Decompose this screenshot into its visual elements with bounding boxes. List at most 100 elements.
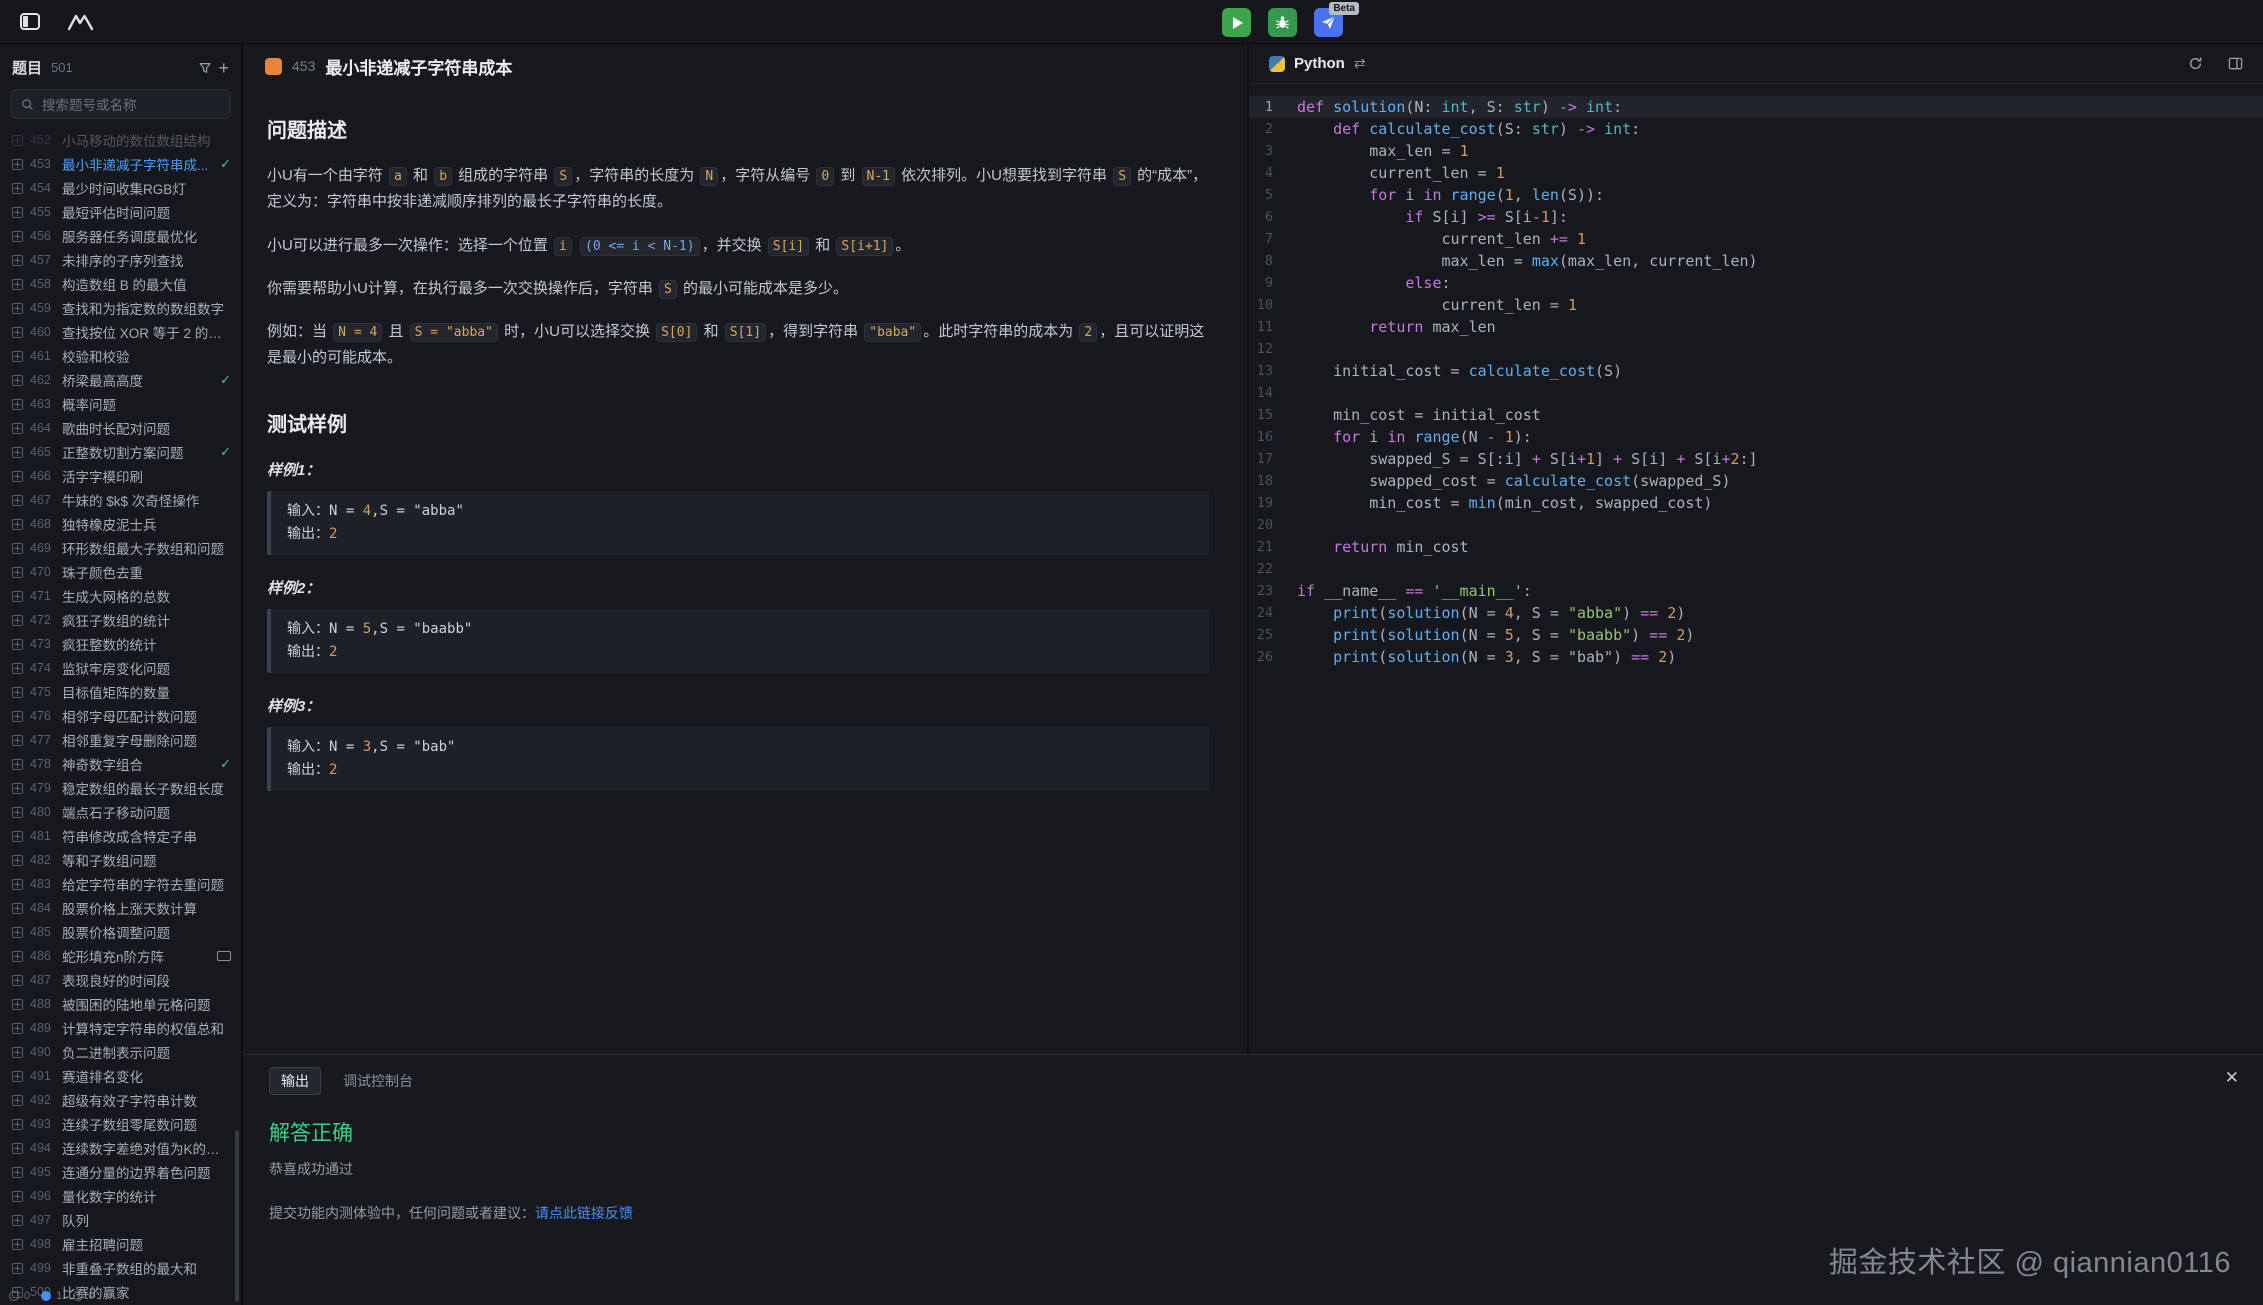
code-line[interactable]: 16 for i in range(N - 1): [1249,426,2263,448]
code-line[interactable]: 1def solution(N: int, S: str) -> int: [1249,96,2263,118]
problem-list-item[interactable]: 498雇主招聘问题 [0,1232,241,1256]
code-line[interactable]: 13 initial_cost = calculate_cost(S) [1249,360,2263,382]
grid-icon [12,183,23,194]
problem-list-item[interactable]: 479稳定数组的最长子数组长度 [0,776,241,800]
problem-list-item[interactable]: 484股票价格上涨天数计算 [0,896,241,920]
problem-list-item[interactable]: 452小马移动的数位数组结构 [0,128,241,152]
problem-list-item[interactable]: 455最短评估时间问题 [0,200,241,224]
problem-list-item[interactable]: 468独特橡皮泥士兵 [0,512,241,536]
code-line[interactable]: 8 max_len = max(max_len, current_len) [1249,250,2263,272]
problem-list-item[interactable]: 496量化数字的统计 [0,1184,241,1208]
problem-number: 452 [30,133,55,147]
problem-list-item[interactable]: 456服务器任务调度最优化 [0,224,241,248]
filter-icon[interactable] [198,61,212,75]
language-switch-icon[interactable]: ⇄ [1354,55,1366,72]
debug-button[interactable] [1268,8,1297,37]
problem-list-item[interactable]: 464歌曲时长配对问题 [0,416,241,440]
run-button[interactable] [1222,8,1251,37]
problem-list-item[interactable]: 469环形数组最大子数组和问题 [0,536,241,560]
problem-list-item[interactable]: 459查找和为指定数的数组数字 [0,296,241,320]
problem-list-item[interactable]: 458构造数组 B 的最大值 [0,272,241,296]
code-line[interactable]: 23if __name__ == '__main__': [1249,580,2263,602]
code-line[interactable]: 4 current_len = 1 [1249,162,2263,184]
problem-list-item[interactable]: 480端点石子移动问题 [0,800,241,824]
problem-list-item[interactable]: 477相邻重复字母删除问题 [0,728,241,752]
code-line[interactable]: 17 swapped_S = S[:i] + S[i+1] + S[i] + S… [1249,448,2263,470]
problem-list-item[interactable]: 493连续子数组零尾数问题 [0,1112,241,1136]
problem-list-item[interactable]: 461校验和校验 [0,344,241,368]
problem-list-item[interactable]: 478神奇数字组合✓ [0,752,241,776]
code-line[interactable]: 6 if S[i] >= S[i-1]: [1249,206,2263,228]
sidebar-scrollbar[interactable] [235,1130,239,1302]
problem-list-item[interactable]: 462桥梁最高高度✓ [0,368,241,392]
problem-list-item[interactable]: 453最小非递减子字符串成...✓ [0,152,241,176]
code-line[interactable]: 21 return min_cost [1249,536,2263,558]
problem-list-item[interactable]: 495连通分量的边界着色问题 [0,1160,241,1184]
text-token: calculate_cost [1505,472,1631,490]
code-line[interactable]: 18 swapped_cost = calculate_cost(swapped… [1249,470,2263,492]
code-line[interactable]: 5 for i in range(1, len(S)): [1249,184,2263,206]
code-line[interactable]: 25 print(solution(N = 5, S = "baabb") ==… [1249,624,2263,646]
problem-list-item[interactable]: 460查找按位 XOR 等于 2 的整... [0,320,241,344]
problem-item-title: 目标值矩阵的数量 [62,682,231,702]
code-line[interactable]: 3 max_len = 1 [1249,140,2263,162]
problem-item-title: 非重叠子数组的最大和 [62,1258,231,1278]
code-line[interactable]: 9 else: [1249,272,2263,294]
text-token: 输出： [287,762,329,778]
search-input[interactable]: 搜索题号或名称 [10,89,231,119]
text-token: int [1586,98,1613,116]
split-view-icon[interactable] [2228,56,2243,71]
line-number: 8 [1249,250,1297,272]
problem-list-item[interactable]: 499非重叠子数组的最大和 [0,1256,241,1280]
problem-list-item[interactable]: 489计算特定字符串的权值总和 [0,1016,241,1040]
code-line[interactable]: 19 min_cost = min(min_cost, swapped_cost… [1249,492,2263,514]
problem-list-item[interactable]: 483给定字符串的字符去重问题 [0,872,241,896]
problem-list-item[interactable]: 492超级有效子字符串计数 [0,1088,241,1112]
grid-icon [12,1263,23,1274]
panel-toggle-icon[interactable] [20,13,40,30]
text-token [1442,186,1451,204]
problem-list-item[interactable]: 463概率问题 [0,392,241,416]
problem-list-item[interactable]: 457未排序的子序列查找 [0,248,241,272]
refresh-icon[interactable] [2188,56,2203,71]
problem-list-item[interactable]: 486蛇形填充n阶方阵 [0,944,241,968]
problem-list-item[interactable]: 473疯狂整数的统计 [0,632,241,656]
code-line[interactable]: 12 [1249,338,2263,360]
problem-list-item[interactable]: 481符串修改成含特定子串 [0,824,241,848]
problem-list-item[interactable]: 482等和子数组问题 [0,848,241,872]
code-line[interactable]: 24 print(solution(N = 4, S = "abba") == … [1249,602,2263,624]
problem-list-item[interactable]: 471生成大网格的总数 [0,584,241,608]
code-line[interactable]: 22 [1249,558,2263,580]
code-line[interactable]: 10 current_len = 1 [1249,294,2263,316]
tab-debug-console[interactable]: 调试控制台 [343,1071,413,1091]
problem-list-item[interactable]: 487表现良好的时间段 [0,968,241,992]
problem-list-item[interactable]: 488被围困的陆地单元格问题 [0,992,241,1016]
code-line[interactable]: 20 [1249,514,2263,536]
problem-list-item[interactable]: 491赛道排名变化 [0,1064,241,1088]
problem-list-item[interactable]: 465正整数切割方案问题✓ [0,440,241,464]
close-icon[interactable]: ✕ [2225,1069,2239,1086]
problem-list-item[interactable]: 490负二进制表示问题 [0,1040,241,1064]
tab-output[interactable]: 输出 [269,1067,321,1095]
problem-list-item[interactable]: 472疯狂子数组的统计 [0,608,241,632]
code-line[interactable]: 26 print(solution(N = 3, S = "bab") == 2… [1249,646,2263,668]
problem-list-item[interactable]: 494连续数字差绝对值为K的问题 [0,1136,241,1160]
problem-list-item[interactable]: 497队列 [0,1208,241,1232]
feedback-link[interactable]: 请点此链接反馈 [535,1205,633,1221]
code-line[interactable]: 2 def calculate_cost(S: str) -> int: [1249,118,2263,140]
problem-list-item[interactable]: 476相邻字母匹配计数问题 [0,704,241,728]
problem-list-item[interactable]: 474监狱牢房变化问题 [0,656,241,680]
problem-list-item[interactable]: 485股票价格调整问题 [0,920,241,944]
problem-list-item[interactable]: 470珠子颜色去重 [0,560,241,584]
problem-list-item[interactable]: 466活字字模印刷 [0,464,241,488]
code-line[interactable]: 15 min_cost = initial_cost [1249,404,2263,426]
code-line[interactable]: 14 [1249,382,2263,404]
add-icon[interactable]: + [218,61,229,75]
problem-list-item[interactable]: 467牛妹的 $k$ 次奇怪操作 [0,488,241,512]
code-line[interactable]: 11 return max_len [1249,316,2263,338]
code-area[interactable]: 1def solution(N: int, S: str) -> int:2 d… [1249,84,2263,1054]
code-line[interactable]: 7 current_len += 1 [1249,228,2263,250]
problem-list-item[interactable]: 475目标值矩阵的数量 [0,680,241,704]
problem-list-item[interactable]: 454最少时间收集RGB灯 [0,176,241,200]
text-token: S[i] [1622,450,1676,468]
